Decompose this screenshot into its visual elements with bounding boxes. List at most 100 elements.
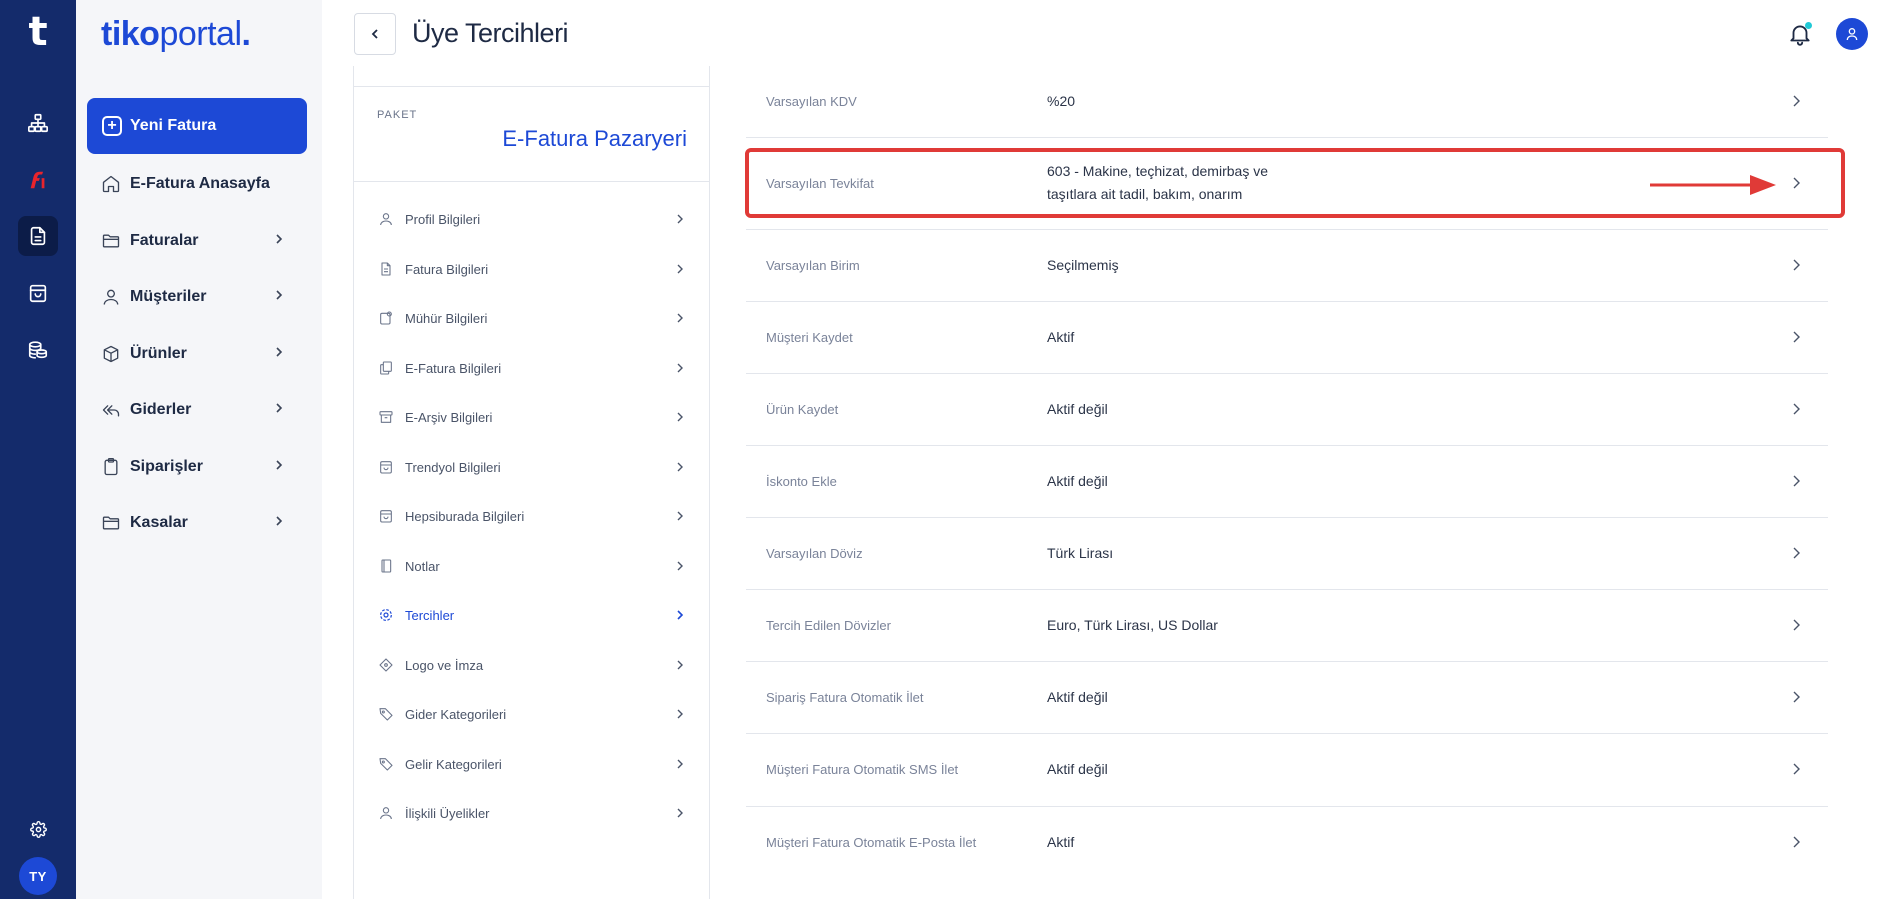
home-icon [102,175,120,193]
user-menu-button[interactable] [1836,18,1868,50]
pref-row-default-unit[interactable]: Varsayılan Birim Seçilmemiş [746,230,1828,302]
nav-item-efatura-home[interactable]: E-Fatura Anasayfa [87,162,307,206]
pref-label: Varsayılan KDV [766,94,857,109]
chevron-right-icon [276,460,283,470]
menu-item-label: Gider Kategorileri [405,706,507,722]
chevron-right-icon [1793,619,1800,631]
pref-value: Türk Lirası [1047,545,1114,561]
divider [354,86,709,87]
nav-item-label: Giderler [130,401,192,418]
pref-row-default-currency[interactable]: Varsayılan Döviz Türk Lirası [746,518,1828,590]
app-logo[interactable]: t [24,10,52,54]
chevron-right-icon [677,561,683,571]
pref-row-order-invoice-auto-send[interactable]: Sipariş Fatura Otomatik İlet Aktif değil [746,662,1828,734]
pref-value-line-2: taşıtlara ait tadil, bakım, onarım [1047,186,1243,202]
coins-icon[interactable] [18,330,58,370]
chevron-right-icon [677,660,683,670]
main-nav: tikoportal. + Yeni Fatura E-Fatura Anasa… [76,0,322,899]
pref-value: Aktif [1047,329,1075,345]
nav-item-invoices[interactable]: Faturalar [87,219,307,263]
pref-value: Aktif değil [1047,401,1108,417]
menu-item-seal-info[interactable]: Mühür Bilgileri [354,298,709,338]
nav-item-products[interactable]: Ürünler [87,332,307,376]
nav-item-label: Faturalar [130,232,199,249]
avatar[interactable]: TY [19,857,57,895]
chevron-right-icon [1793,331,1800,343]
shopping-bag-icon[interactable] [18,273,58,313]
chevron-right-icon [1793,836,1800,848]
brand-logo[interactable]: tikoportal. [101,14,251,54]
pref-value: %20 [1047,93,1076,109]
pref-label: Müşteri Fatura Otomatik SMS İlet [766,762,959,777]
pref-label: Ürün Kaydet [766,402,839,417]
pref-row-add-discount[interactable]: İskonto Ekle Aktif değil [746,446,1828,518]
menu-item-efatura-info[interactable]: E-Fatura Bilgileri [354,348,709,388]
menu-item-expense-categories[interactable]: Gider Kategorileri [354,694,709,734]
shopping-bag-icon [380,510,392,523]
clipboard-icon [104,458,118,476]
pref-value: Aktif değil [1047,689,1108,705]
menu-item-invoice-info[interactable]: Fatura Bilgileri [354,249,709,289]
efatura-logo-icon[interactable] [18,160,58,200]
nav-item-expenses[interactable]: Giderler [87,388,307,432]
package-name: E-Fatura Pazaryeri [502,126,687,151]
chevron-right-icon [276,516,283,526]
org-chart-icon[interactable] [18,103,58,143]
tag-icon [379,758,393,771]
pref-label: İskonto Ekle [766,474,837,489]
menu-item-notes[interactable]: Notlar [354,546,709,586]
menu-item-label: Logo ve İmza [405,657,484,673]
nav-item-orders[interactable]: Siparişler [87,445,307,489]
scrollbar[interactable] [1864,66,1870,899]
menu-item-profile[interactable]: Profil Bilgileri [354,199,709,239]
pref-row-save-customer[interactable]: Müşteri Kaydet Aktif [746,302,1828,374]
pref-row-customer-invoice-auto-sms[interactable]: Müşteri Fatura Otomatik SMS İlet Aktif d… [746,734,1828,807]
notebook-icon [381,559,392,573]
user-icon [1846,28,1858,41]
menu-item-earchive-info[interactable]: E-Arşiv Bilgileri [354,397,709,437]
pref-row-preferred-currencies[interactable]: Tercih Edilen Dövizler Euro, Türk Lirası… [746,590,1828,662]
menu-item-income-categories[interactable]: Gelir Kategorileri [354,744,709,784]
chevron-right-icon [677,214,683,224]
chevron-right-icon [276,403,283,413]
pref-row-default-vat[interactable]: Varsayılan KDV %20 [746,66,1828,138]
chevron-right-icon [677,462,683,472]
chevron-right-icon [1793,763,1800,775]
nav-item-label: Kasalar [130,514,188,531]
pref-value: Euro, Türk Lirası, US Dollar [1047,617,1218,633]
menu-item-logo-signature[interactable]: Logo ve İmza [354,645,709,685]
stamp-icon [380,311,392,325]
pref-label: Varsayılan Birim [766,258,860,273]
pref-label: Tercih Edilen Dövizler [766,618,891,633]
pref-row-save-product[interactable]: Ürün Kaydet Aktif değil [746,374,1828,446]
back-button[interactable] [354,13,396,55]
chevron-right-icon [677,610,684,620]
pref-label: Varsayılan Döviz [766,546,863,561]
gear-icon[interactable] [18,809,58,849]
chevron-right-icon [1793,691,1800,703]
menu-item-trendyol-info[interactable]: Trendyol Bilgileri [354,447,709,487]
app-rail: t TY [0,0,76,899]
user-icon [380,807,392,820]
brand-part-2: portal [159,15,242,53]
menu-item-related-memberships[interactable]: İlişkili Üyelikler [354,793,709,833]
document-icon[interactable] [18,216,58,256]
menu-item-hepsiburada-info[interactable]: Hepsiburada Bilgileri [354,496,709,536]
pref-row-default-withholding[interactable]: Varsayılan Tevkifat 603 - Makine, teçhiz… [746,138,1828,230]
nav-item-customers[interactable]: Müşteriler [87,275,307,319]
new-invoice-button[interactable]: + Yeni Fatura [87,98,307,154]
nav-item-label: Siparişler [130,458,203,475]
nav-item-cash-registers[interactable]: Kasalar [87,501,307,545]
pref-row-customer-invoice-auto-email[interactable]: Müşteri Fatura Otomatik E-Posta İlet Akt… [746,807,1828,879]
menu-item-label: Notlar [405,558,440,574]
menu-item-preferences[interactable]: Tercihler [354,595,709,635]
chevron-right-icon [1793,547,1800,559]
chevron-right-icon [276,290,283,300]
pref-value-line-1: 603 - Makine, teçhizat, demirbaş ve [1047,163,1268,179]
chevron-right-icon [276,234,283,244]
divider [354,181,709,182]
menu-item-label: E-Arşiv Bilgileri [405,409,493,425]
bell-icon[interactable] [1787,21,1813,47]
menu-item-label: İlişkili Üyelikler [405,805,490,821]
settings-menu: PAKET E-Fatura Pazaryeri Profil Bilgiler… [353,66,710,899]
